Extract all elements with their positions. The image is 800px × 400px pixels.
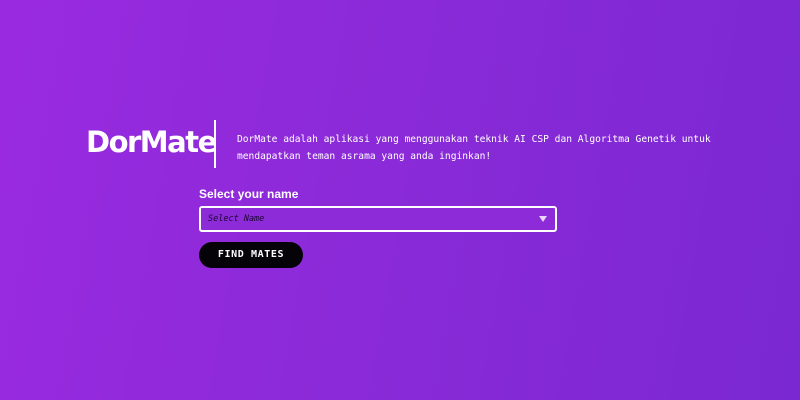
find-mates-button[interactable]: FIND MATES xyxy=(199,242,303,268)
app-description: DorMate adalah aplikasi yang menggunakan… xyxy=(237,134,711,162)
chevron-down-icon xyxy=(539,216,547,222)
app-logo: DorMate xyxy=(86,125,217,159)
find-mates-form: Select your name Select Name FIND MATES xyxy=(199,186,559,268)
name-select[interactable]: Select Name xyxy=(199,206,557,232)
hero-section: DorMate DorMate adalah aplikasi yang men… xyxy=(0,120,800,168)
select-name-label: Select your name xyxy=(199,187,299,201)
hero-divider xyxy=(214,120,216,168)
select-placeholder: Select Name xyxy=(208,214,265,224)
